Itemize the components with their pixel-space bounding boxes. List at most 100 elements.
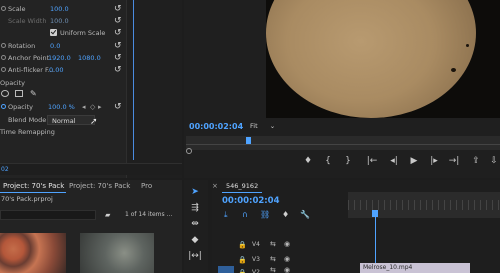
slip-tool-icon[interactable]: |↔| [188, 250, 202, 262]
insert-overwrite-icon[interactable]: ⤓ [224, 210, 228, 220]
fit-dropdown[interactable]: Fit ⌄ [250, 121, 286, 131]
timeline-ruler[interactable] [348, 192, 500, 218]
anchor-point-row: Anchor Point 1920.0 1080.0 ↺ [0, 52, 182, 64]
stopwatch-icon[interactable] [1, 43, 6, 48]
play-icon[interactable]: ▶ [408, 156, 420, 166]
eye-icon[interactable]: ◉ [284, 255, 290, 263]
stopwatch-icon[interactable] [1, 6, 6, 11]
opacity-label: Opacity [8, 103, 34, 111]
uniform-scale-label: Uniform Scale [60, 29, 106, 37]
timeline-timecode[interactable]: 00:00:02:04 [222, 196, 280, 206]
reset-icon[interactable]: ↺ [114, 41, 122, 51]
track-name: V4 [252, 241, 260, 248]
add-marker-icon[interactable]: ♦ [302, 156, 314, 166]
mark-out-icon[interactable]: } [342, 156, 354, 166]
reset-icon[interactable]: ↺ [114, 4, 122, 14]
reset-icon[interactable]: ↺ [114, 28, 122, 38]
ellipse-mask-icon[interactable] [1, 90, 9, 97]
tab-project-1[interactable]: Project: 70's Pack [0, 180, 67, 192]
anchor-point-y[interactable]: 1080.0 [78, 52, 101, 64]
add-marker-icon[interactable]: ♦ [282, 210, 289, 219]
scrub-divider [186, 144, 500, 145]
razor-tool-icon[interactable]: ◆ [188, 234, 202, 246]
eye-icon[interactable]: ◉ [284, 240, 290, 248]
pen-mask-icon[interactable]: ✎ [30, 88, 37, 100]
project-search-input[interactable] [0, 210, 96, 220]
extract-icon[interactable]: ⇩ [488, 156, 500, 166]
step-back-icon[interactable]: ◂| [388, 156, 400, 166]
project-thumbnail-2[interactable] [80, 233, 154, 273]
previous-keyframe-icon[interactable]: ◂ [82, 101, 86, 113]
track-target[interactable] [218, 266, 234, 273]
lock-icon[interactable]: 🔒 [238, 269, 247, 273]
effect-controls-panel: Scale 100.0 ↺ Scale Width 100.0 ↺ Unifor… [0, 0, 182, 178]
lift-icon[interactable]: ⇪ [470, 156, 482, 166]
blend-mode-row: Blend Mode Normal ➚ [0, 114, 182, 127]
timeline-playhead-handle[interactable] [372, 210, 378, 217]
project-thumbnail-1[interactable] [0, 233, 66, 273]
project-file-name: 70's Pack.prproj [1, 195, 53, 203]
go-to-out-icon[interactable]: →| [448, 156, 460, 166]
scale-width-value[interactable]: 100.0 [50, 15, 69, 27]
stopwatch-icon[interactable] [1, 104, 6, 109]
uniform-scale-checkbox[interactable] [50, 29, 57, 36]
opacity-row: Opacity 100.0 % ◂ ◇ ▸ ↺ [0, 101, 182, 113]
mask-tools-row: ✎ [0, 88, 182, 100]
snap-icon[interactable]: ∩ [242, 210, 248, 219]
go-to-in-icon[interactable]: |← [366, 156, 378, 166]
uniform-scale-row: Uniform Scale ↺ [0, 27, 182, 39]
selection-tool-icon[interactable]: ➤ [188, 186, 202, 198]
sync-lock-icon[interactable]: ⇆ [270, 240, 276, 248]
stopwatch-icon[interactable] [1, 55, 6, 60]
new-bin-icon[interactable]: ▰ [105, 211, 110, 219]
opacity-value[interactable]: 100.0 % [48, 101, 75, 113]
lock-icon[interactable]: 🔒 [238, 241, 247, 249]
program-timecode[interactable]: 00:00:02:04 [189, 122, 243, 131]
active-tab-underline [0, 192, 66, 193]
sunspot [466, 44, 469, 47]
rectangle-mask-icon[interactable] [15, 90, 23, 97]
track-row-v4: 🔒 V4 ⇆ ◉ [212, 238, 500, 252]
in-point-indicator-icon[interactable] [186, 148, 192, 154]
track-name: V2 [252, 269, 260, 273]
scale-value[interactable]: 100.0 [50, 3, 69, 15]
items-count: 1 of 14 items ... [125, 211, 173, 218]
track-name: V3 [252, 256, 260, 263]
time-remapping-label: Time Remapping [0, 128, 55, 136]
reset-icon[interactable]: ↺ [114, 16, 122, 26]
anti-flicker-value[interactable]: 0.00 [49, 64, 63, 76]
sunspot [451, 68, 456, 72]
wrench-icon[interactable]: 🔧 [300, 210, 310, 219]
chevron-down-icon: ⌄ [269, 122, 276, 130]
track-select-tool-icon[interactable]: ⇶ [188, 202, 202, 214]
timeline-clip[interactable]: Melrose_10.mp4 [360, 263, 470, 273]
next-keyframe-icon[interactable]: ▸ [98, 101, 102, 113]
sequence-tab[interactable]: 546_9162 [226, 182, 258, 190]
program-scrub-bar[interactable] [186, 136, 500, 150]
anchor-point-x[interactable]: 1920.0 [48, 52, 71, 64]
ruler-ticks [348, 200, 500, 210]
ripple-edit-tool-icon[interactable]: ⇹ [188, 218, 202, 230]
step-forward-icon[interactable]: |▸ [428, 156, 440, 166]
close-tab-icon[interactable]: × [212, 180, 218, 192]
sync-lock-icon[interactable]: ⇆ [270, 266, 276, 273]
program-video-frame[interactable] [266, 0, 500, 118]
reset-icon[interactable]: ↺ [114, 53, 122, 63]
tab-project-2[interactable]: Project: 70's Pack [66, 180, 133, 192]
linked-selection-icon[interactable]: ⛓ [260, 210, 270, 219]
add-keyframe-icon[interactable]: ◇ [90, 101, 95, 113]
reset-icon[interactable]: ↺ [114, 65, 122, 75]
tab-project-3[interactable]: Pro [138, 180, 155, 192]
stopwatch-icon[interactable] [1, 67, 6, 72]
anti-flicker-label: Anti-flicker F... [8, 66, 54, 74]
blend-mode-select[interactable]: Normal [47, 115, 95, 125]
eye-icon[interactable]: ◉ [284, 266, 290, 273]
mark-in-icon[interactable]: { [322, 156, 334, 166]
reset-icon[interactable]: ↺ [114, 102, 122, 112]
sync-lock-icon[interactable]: ⇆ [270, 255, 276, 263]
lock-icon[interactable]: 🔒 [238, 256, 247, 264]
time-remapping-row[interactable]: Time Remapping [0, 126, 182, 138]
rotation-value[interactable]: 0.0 [50, 40, 60, 52]
tools-panel: ➤ ⇶ ⇹ ◆ |↔| [184, 180, 208, 273]
scale-width-label: Scale Width [8, 17, 47, 25]
